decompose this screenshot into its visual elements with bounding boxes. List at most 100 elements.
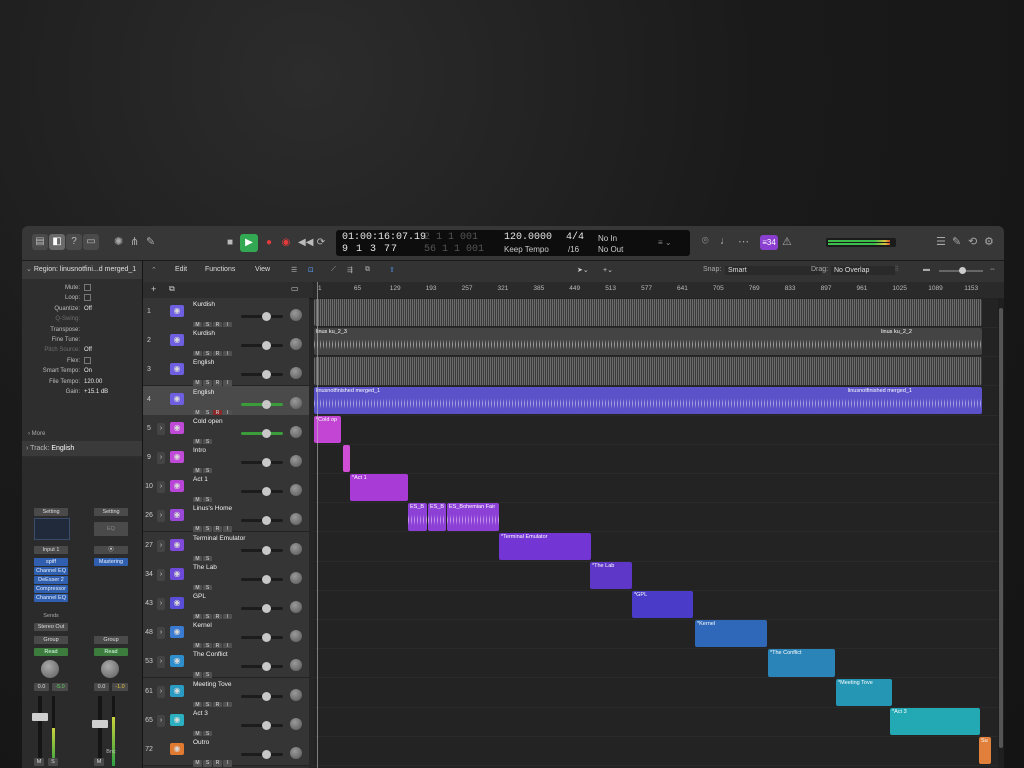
vertical-scrollbar[interactable]	[998, 298, 1004, 768]
track-header[interactable]: 61 › ◉ Meeting Tove M S R I	[143, 677, 309, 709]
volume-knob[interactable]	[262, 633, 272, 643]
pan-knob[interactable]	[41, 660, 59, 678]
automation-read[interactable]: Read	[34, 648, 68, 656]
drag-select[interactable]: No Overlap	[831, 266, 895, 275]
volume-knob[interactable]	[262, 516, 272, 526]
record-button[interactable]: ●	[262, 234, 276, 252]
input-slot[interactable]: Input 1	[34, 546, 68, 554]
zoom-slider[interactable]	[939, 267, 983, 274]
track-name[interactable]: English	[193, 359, 214, 366]
track-name[interactable]: Linus's Home	[193, 505, 232, 512]
property-value[interactable]	[84, 293, 91, 303]
plugin-slot[interactable]: Mastering	[94, 558, 128, 566]
library-button[interactable]: ▤	[32, 234, 48, 250]
track-name[interactable]: Kurdish	[193, 301, 215, 308]
editors-icon[interactable]: ✎	[146, 235, 155, 248]
track-name[interactable]: Terminal Emulator	[193, 535, 245, 542]
plugin-slot[interactable]: Channel EQ	[34, 567, 68, 575]
snap-select[interactable]: Smart	[725, 266, 821, 275]
more-disclosure[interactable]: › More	[28, 431, 45, 437]
region[interactable]: ES_Bohemian Fair	[447, 503, 499, 531]
warning-icon[interactable]: ⚠	[782, 235, 792, 248]
volume-knob[interactable]	[262, 341, 272, 351]
catch-icon[interactable]: ⇶	[347, 266, 353, 274]
add-track-icon[interactable]: +	[151, 284, 156, 294]
checkbox[interactable]	[84, 356, 91, 364]
track-header[interactable]: 26 › ◉ Linus's Home M S R I	[143, 502, 309, 534]
region-header[interactable]: ⌄ Region: linusnotfini...d merged_1	[22, 261, 142, 279]
volume-slider[interactable]	[241, 691, 283, 701]
volume-knob[interactable]	[262, 662, 272, 672]
metronome-icon[interactable]: ♩	[720, 235, 731, 247]
track-header[interactable]: › Track: English	[22, 441, 142, 456]
group-slot[interactable]: Group	[34, 636, 68, 644]
volume-fader[interactable]	[32, 713, 48, 721]
property-value[interactable]	[84, 283, 91, 293]
pan-knob[interactable]	[290, 309, 302, 321]
region[interactable]: ES_B	[428, 503, 446, 531]
track-name[interactable]: Intro	[193, 447, 206, 454]
volume-knob[interactable]	[262, 545, 272, 555]
region[interactable]: *Act 1	[350, 474, 408, 502]
pencil-tool-icon[interactable]: +⌄	[603, 266, 613, 274]
volume-knob[interactable]	[262, 604, 272, 613]
track-header[interactable]: 72 ◉ Outro M S R I	[143, 736, 309, 767]
pan-knob[interactable]	[290, 425, 302, 438]
region[interactable]: *GPL	[632, 591, 693, 619]
track-name[interactable]: GPL	[193, 593, 206, 600]
folder-disclosure-icon[interactable]: ›	[157, 656, 165, 669]
pan-knob[interactable]	[290, 659, 302, 672]
pan-knob[interactable]	[290, 717, 302, 730]
play-button[interactable]: ▶	[240, 234, 258, 252]
rewind-button[interactable]: ◀◀	[298, 234, 313, 252]
region[interactable]: linusnotfinished merged_1 linusnotfinishe…	[314, 386, 982, 414]
region[interactable]: *The Conflict	[768, 649, 835, 677]
volume-slider[interactable]	[241, 370, 283, 380]
lcd-badge[interactable]: ≡34	[760, 235, 778, 250]
track-name[interactable]: Cold open	[193, 418, 223, 425]
volume-knob[interactable]	[262, 487, 272, 497]
volume-slider[interactable]	[241, 487, 283, 497]
pan-knob[interactable]	[290, 396, 302, 409]
track-lane[interactable]	[314, 619, 1004, 650]
track-name[interactable]: The Lab	[193, 564, 217, 571]
volume-slider[interactable]	[241, 720, 283, 730]
volume-fader[interactable]	[92, 720, 108, 728]
cycle-button[interactable]: ⟳	[314, 234, 328, 252]
track-header[interactable]: 43 › ◉ GPL M S R I	[143, 590, 309, 621]
track-header[interactable]: 48 › ◉ Kernel M S R I	[143, 619, 309, 651]
region[interactable]	[314, 357, 982, 385]
bar-ruler[interactable]: 1 65 129 193 257 321 385 449 513 577 641 705 769 833 8…	[314, 282, 1004, 299]
stop-button[interactable]: ■	[223, 234, 237, 252]
edit-menu[interactable]: Edit	[175, 266, 187, 273]
region[interactable]: *Cold op	[314, 415, 341, 443]
region[interactable]: ES_B	[408, 503, 427, 531]
plugin-slot[interactable]: DeEsser 2	[34, 576, 68, 584]
volume-knob[interactable]	[262, 691, 272, 701]
mute-button[interactable]: M	[193, 760, 202, 767]
folder-disclosure-icon[interactable]: ›	[157, 510, 165, 523]
volume-knob[interactable]	[262, 720, 272, 730]
folder-disclosure-icon[interactable]: ›	[157, 598, 165, 610]
volume-slider[interactable]	[241, 662, 283, 672]
pan-knob[interactable]	[290, 455, 302, 467]
pan-knob[interactable]	[290, 630, 302, 643]
property-value[interactable]: +15.1 dB	[84, 387, 108, 397]
volume-fader-track[interactable]	[38, 696, 42, 766]
volume-knob[interactable]	[262, 750, 272, 759]
toolbar-button[interactable]: ▭	[83, 234, 99, 250]
track-lane[interactable]	[314, 561, 1004, 591]
volume-slider[interactable]	[241, 312, 283, 321]
pan-knob[interactable]	[290, 542, 302, 555]
pan-knob[interactable]	[290, 367, 302, 380]
solo-button[interactable]: S	[203, 760, 212, 767]
list-view-icon[interactable]: ☰	[291, 266, 297, 274]
eq-slot[interactable]: EQ	[94, 522, 128, 536]
region[interactable]: Su	[979, 737, 991, 765]
volume-knob[interactable]	[262, 458, 272, 467]
waveform-zoom-icon[interactable]: ⫶⫶	[895, 266, 899, 274]
quick-help-button[interactable]: ?	[66, 234, 82, 250]
loop-browser-icon[interactable]: ⟲	[968, 235, 977, 248]
track-header[interactable]: 1 ◉ Kurdish M S R I	[143, 298, 309, 329]
input-monitor-button[interactable]: I	[223, 760, 232, 767]
